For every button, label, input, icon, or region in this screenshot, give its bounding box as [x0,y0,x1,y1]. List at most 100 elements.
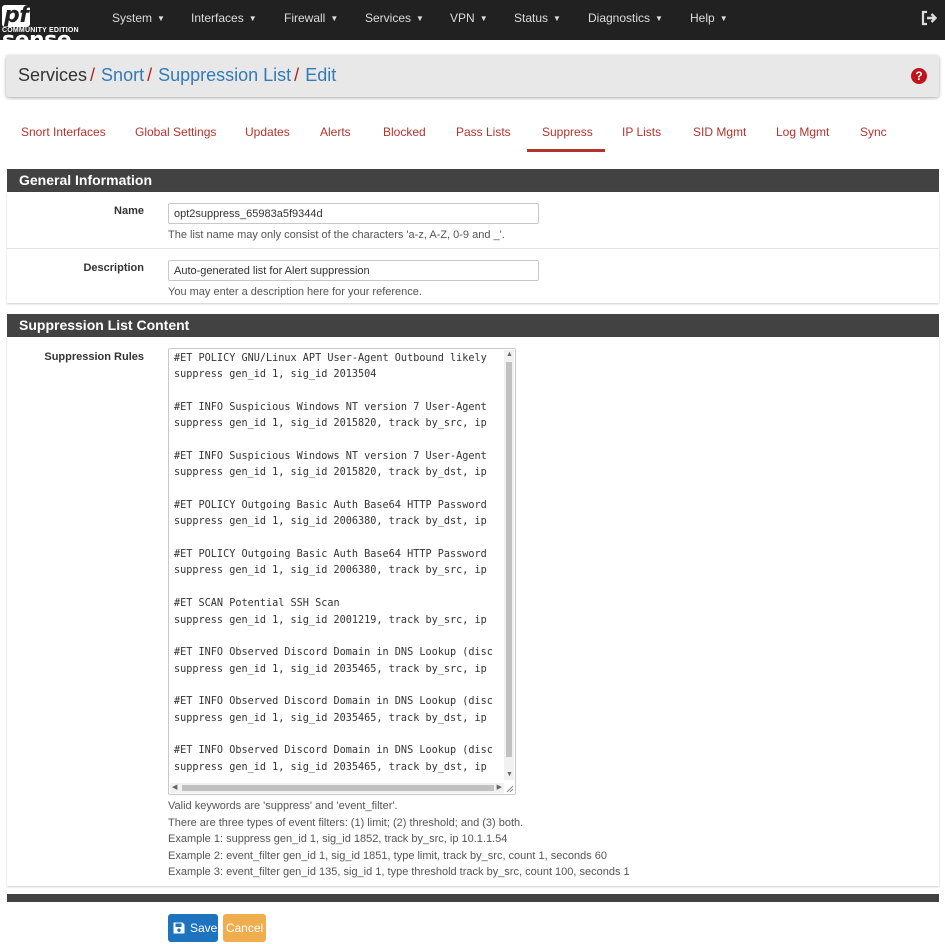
caret-down-icon: ▼ [479,14,488,23]
nav-menu-label: Services [365,11,412,25]
rule-line: suppress gen_id 1, sig_id 2035465, track… [174,712,487,724]
general-information-header: General Information [7,169,939,192]
nav-menu-label: System [112,11,153,25]
tab-ip-lists[interactable]: IP Lists [622,125,661,139]
resize-handle-icon[interactable] [504,783,514,793]
rule-line [174,531,499,547]
save-button[interactable]: Save [168,914,218,942]
sign-out-icon[interactable] [920,9,938,27]
nav-menu-interfaces[interactable]: Interfaces ▼ [191,11,257,25]
save-button-label: Save [190,921,218,935]
tab-pass-lists[interactable]: Pass Lists [456,125,511,139]
nav-menu-label: Status [514,11,549,25]
nav-menu-label: VPN [450,11,475,25]
question-circle-icon[interactable]: ? [911,68,927,84]
rule-line: #ET POLICY GNU/Linux APT User-Agent Outb… [174,353,487,364]
rule-line: #ET POLICY Outgoing Basic Auth Base64 HT… [174,549,487,561]
caret-down-icon: ▼ [553,14,561,23]
footer-divider-bar [7,894,939,902]
breadcrumb-separator: / [294,65,300,85]
rule-line [174,629,499,645]
nav-menu-status[interactable]: Status ▼ [514,11,561,25]
rule-line: #ET INFO Observed Discord Domain in DNS … [174,745,493,757]
rule-line: #ET POLICY Outgoing Basic Auth Base64 HT… [174,500,487,512]
nav-menu-help[interactable]: Help ▼ [690,11,728,25]
caret-down-icon: ▼ [719,14,728,23]
nav-menu-label: Interfaces [191,11,244,25]
rule-line: suppress gen_id 1, sig_id 2013504 [174,369,377,381]
breadcrumb-separator: / [90,65,96,85]
suppression-rules-textarea[interactable]: #ET POLICY GNU/Linux APT User-Agent Outb… [168,348,516,795]
name-input[interactable] [168,203,539,224]
pfsense-logo[interactable]: pfsense COMMUNITY EDITION [2,3,92,53]
rule-line: suppress gen_id 1, sig_id 2006380, track… [174,516,487,528]
breadcrumb-bar: Services / Snort / Suppression List / Edit ? [6,55,939,97]
scroll-left-icon[interactable]: ◀ [172,784,177,792]
nav-menu-vpn[interactable]: VPN ▼ [450,11,488,25]
breadcrumb-edit[interactable]: Edit [305,65,336,85]
description-help-text: You may enter a description here for you… [168,286,422,298]
description-label: Description [83,262,144,274]
info-text: Valid keywords are 'suppress' and 'event… [168,800,398,812]
rule-line [174,482,499,498]
breadcrumb-separator: / [147,65,153,85]
nav-menu-diagnostics[interactable]: Diagnostics ▼ [588,11,663,25]
suppression-list-content-header: Suppression List Content [7,314,939,337]
info-text: Example 1: suppress gen_id 1, sig_id 185… [168,833,508,845]
nav-menu-label: Firewall [284,11,326,25]
tab-suppress[interactable]: Suppress [542,125,593,139]
cancel-button[interactable]: Cancel [223,914,266,942]
tab-snort-interfaces[interactable]: Snort Interfaces [21,125,106,139]
rule-line: suppress gen_id 1, sig_id 2001219, track… [174,614,487,626]
scroll-up-icon[interactable]: ▲ [506,351,513,359]
rule-line: #ET INFO Suspicious Windows NT version 7… [174,451,487,463]
tab-sid-mgmt[interactable]: SID Mgmt [693,125,746,139]
rule-line: suppress gen_id 1, sig_id 2015820, track… [174,467,487,479]
nav-menu-services[interactable]: Services ▼ [365,11,424,25]
name-help-text: The list name may only consist of the ch… [168,229,505,241]
tab-global-settings[interactable]: Global Settings [135,125,216,139]
scroll-down-icon[interactable]: ▼ [506,771,513,779]
caret-down-icon: ▼ [248,14,257,23]
caret-down-icon: ▼ [330,14,339,23]
info-text: Example 3: event_filter gen_id 135, sig_… [168,866,630,878]
tab-alerts[interactable]: Alerts [320,125,351,139]
horizontal-scroll-thumb[interactable] [182,785,494,791]
rule-line: #ET INFO Observed Discord Domain in DNS … [174,647,493,659]
rule-line [174,678,499,694]
info-text: There are three types of event filters: … [168,817,524,829]
scroll-right-icon[interactable]: ▶ [497,784,502,792]
logo-edition: COMMUNITY EDITION [2,27,79,34]
breadcrumb-snort[interactable]: Snort [101,65,144,85]
caret-down-icon: ▼ [416,14,424,23]
tab-sync[interactable]: Sync [860,125,887,139]
caret-down-icon: ▼ [655,14,663,23]
vertical-scrollbar[interactable]: ▲ ▼ [504,350,514,780]
rule-line [174,580,499,596]
nav-menu-firewall[interactable]: Firewall ▼ [284,11,338,25]
rule-line [174,727,499,743]
rule-line: suppress gen_id 1, sig_id 2006380, track… [174,565,487,577]
breadcrumb: Services / Snort / Suppression List / Edit [18,65,336,86]
rule-line: #ET INFO Observed Discord Domain in DNS … [174,696,493,708]
rule-line: #ET SCAN Potential SSH Scan [174,598,340,610]
description-input[interactable] [168,260,539,281]
rule-line: suppress gen_id 1, sig_id 2035465, track… [174,663,487,675]
vertical-scroll-thumb[interactable] [506,362,512,757]
info-text: Example 2: event_filter gen_id 1, sig_id… [168,850,608,862]
tab-updates[interactable]: Updates [245,125,290,139]
logo-pf: pf [2,3,31,28]
horizontal-scrollbar[interactable]: ◀ ▶ [170,783,504,793]
floppy-disk-icon [173,922,185,934]
rule-line [174,433,499,449]
suppression-rules-label: Suppression Rules [44,351,144,363]
tab-blocked[interactable]: Blocked [383,125,426,139]
row-divider [7,248,939,249]
breadcrumb-suppression-list[interactable]: Suppression List [158,65,291,85]
nav-menu-system[interactable]: System ▼ [112,11,165,25]
rule-line: #ET INFO Suspicious Windows NT version 7… [174,402,487,414]
caret-down-icon: ▼ [157,14,165,23]
tab-log-mgmt[interactable]: Log Mgmt [776,125,829,139]
name-label: Name [114,205,144,217]
nav-menu-label: Help [690,11,715,25]
